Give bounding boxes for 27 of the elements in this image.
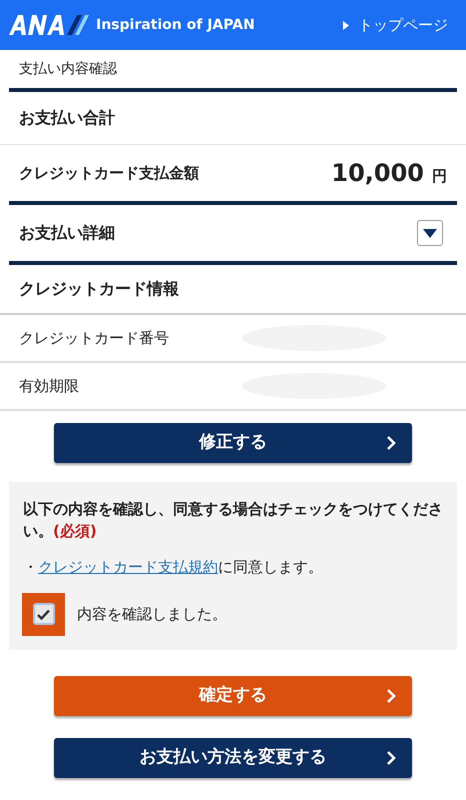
terms-link[interactable]: クレジットカード支払規約 [38, 558, 218, 576]
top-page-link[interactable]: トップページ [343, 14, 448, 36]
currency-unit: 円 [432, 166, 447, 187]
chevron-right-icon [386, 688, 396, 704]
triangle-down-icon [423, 228, 437, 238]
checkmark-icon [37, 608, 50, 620]
section-heading: お支払い詳細 [19, 222, 115, 244]
confirm-button[interactable]: 確定する [54, 676, 412, 716]
action-button[interactable]: 修正する [54, 423, 412, 463]
terms-sentence: ・クレジットカード支払規約に同意します。 [23, 557, 324, 578]
section-heading: クレジットカード情報 [0, 265, 466, 315]
expand-toggle[interactable] [417, 220, 443, 246]
section-heading: お支払い合計 [0, 92, 466, 145]
checkbox[interactable] [22, 592, 65, 636]
triangle-right-icon [343, 20, 349, 30]
amount-label: クレジットカード支払金額 [19, 162, 199, 184]
logo-icon [9, 13, 89, 37]
field-label: クレジットカード番号 [19, 328, 170, 349]
agreement-notice: 以下の内容を確認し、同意する場合はチェックをつけてください。(必須) [23, 499, 443, 542]
chevron-right-icon [386, 435, 396, 451]
checkbox-label: 内容を確認しました。 [77, 604, 227, 625]
amount-value: 10,000 [331, 158, 424, 189]
action-button[interactable]: お支払い方法を変更する [54, 738, 412, 778]
field-label: 有効期限 [19, 376, 80, 397]
breadcrumb: 支払い内容確認 [18, 60, 118, 78]
chevron-right-icon [386, 750, 396, 766]
tagline: Inspiration of JAPAN [96, 16, 255, 34]
